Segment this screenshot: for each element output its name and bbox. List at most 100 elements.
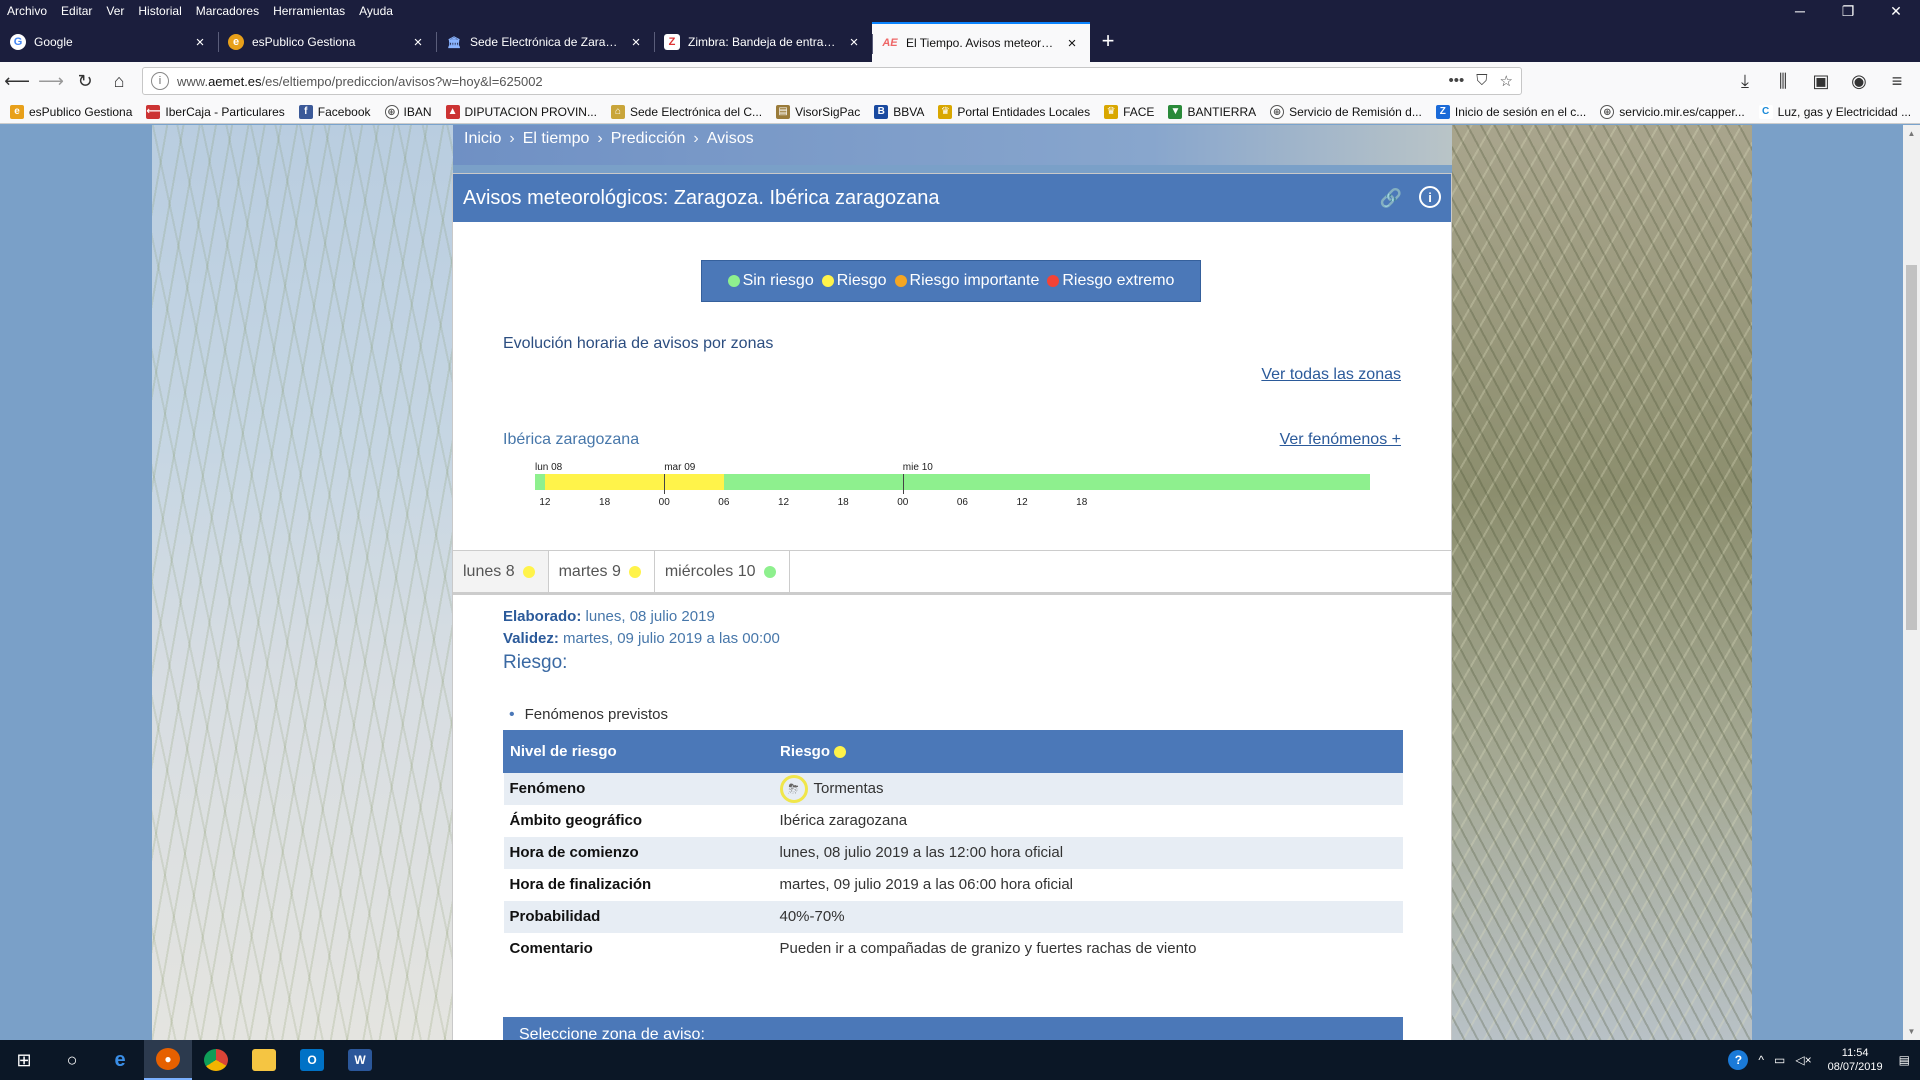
bookmark-label: Servicio de Remisión d... [1289,104,1422,119]
tab-lunes-8[interactable]: lunes 8 [453,551,549,592]
link-icon[interactable]: 🔗 [1379,186,1403,210]
menu-bar: Archivo Editar Ver Historial Marcadores … [0,0,1920,22]
storm-icon: ⛈ [779,774,808,803]
clock[interactable]: 11:54 08/07/2019 [1828,1046,1883,1074]
bookmark-face[interactable]: ♛ FACE [1104,104,1154,119]
menu-ver[interactable]: Ver [99,0,131,22]
phenomena-link[interactable]: Ver fenómenos + [1280,431,1401,449]
minimize-icon[interactable]: ─ [1776,0,1824,22]
scrollbar-thumb[interactable] [1906,265,1917,630]
restore-icon[interactable]: ❐ [1824,0,1872,22]
taskbar-explorer[interactable] [240,1040,288,1080]
info-icon[interactable]: i [1419,186,1441,208]
bookmark-label: VisorSigPac [795,104,861,119]
reload-icon[interactable]: ↻ [68,66,102,96]
page-scrollbar[interactable]: ▲ ▼ [1903,125,1920,1040]
bookmark-label: Luz, gas y Electricidad ... [1777,104,1912,119]
help-icon[interactable]: ? [1728,1050,1749,1070]
tab-miercoles-10[interactable]: miércoles 10 [655,551,790,592]
menu-historial[interactable]: Historial [131,0,188,22]
breadcrumb-el-tiempo[interactable]: El tiempo [523,130,590,148]
bookmark-servicio-remision[interactable]: ⊕ Servicio de Remisión d... [1270,104,1422,119]
tab-google[interactable]: G Google × [0,22,218,62]
scroll-up-icon[interactable]: ▲ [1903,125,1920,142]
site-info-icon[interactable]: i [151,72,169,90]
tab-sede-zaragoza[interactable]: 🏛 Sede Electrónica de Zaragoza × [436,22,654,62]
espublico-icon: e [10,104,24,119]
bookmark-star-icon[interactable]: ☆ [1500,72,1513,90]
hamburger-menu-icon[interactable]: ≡ [1880,66,1914,96]
timeline-hour-label: 18 [837,497,849,508]
bookmark-label: servicio.mir.es/capper... [1619,104,1745,119]
download-icon[interactable]: ⤓ [1728,66,1762,96]
all-zones-link[interactable]: Ver todas las zonas [1261,366,1401,384]
tab-martes-9[interactable]: martes 9 [549,551,655,592]
close-tab-icon[interactable]: × [628,34,644,51]
taskbar-outlook[interactable]: O [288,1040,336,1080]
close-tab-icon[interactable]: × [192,34,208,51]
pocket-icon[interactable]: ⛉ [1476,72,1487,90]
ibercaja-icon: ⟵ [146,104,161,119]
legend-label: Riesgo extremo [1062,272,1175,289]
library-icon[interactable]: ⫼ [1766,66,1800,96]
menu-ayuda[interactable]: Ayuda [352,0,400,22]
menu-herramientas[interactable]: Herramientas [266,0,352,22]
account-icon[interactable]: ◉ [1842,66,1876,96]
bookmark-sede-catastro[interactable]: ⌂ Sede Electrónica del C... [610,104,762,119]
bookmark-servicio-mir[interactable]: ⊕ servicio.mir.es/capper... [1600,104,1745,119]
bookmark-luz-gas[interactable]: C Luz, gas y Electricidad ... [1758,104,1912,119]
navigation-bar: ⟵ ⟶ ↻ ⌂ i www. aemet.es/es/eltiempo/predi… [0,62,1920,100]
page-actions-icon[interactable]: ••• [1449,72,1465,90]
back-icon[interactable]: ⟵ [0,66,34,96]
globe-icon: ⊕ [1270,104,1285,119]
breadcrumb-inicio[interactable]: Inicio [464,130,501,148]
home-icon[interactable]: ⌂ [102,66,136,96]
taskbar-chrome[interactable] [192,1040,240,1080]
timeline-hour-label: 18 [599,497,611,508]
close-window-icon[interactable]: ✕ [1872,0,1920,22]
bookmark-facebook[interactable]: f Facebook [298,104,371,119]
sidebar-icon[interactable]: ▣ [1804,66,1838,96]
bookmark-bbva[interactable]: B BBVA [874,104,924,119]
breadcrumb: Inicio › El tiempo › Predicción › Avisos [464,130,754,148]
tab-aemet[interactable]: AE El Tiempo. Avisos meteorológi × [872,22,1090,62]
taskbar-firefox[interactable]: ● [144,1040,192,1080]
zone-name: Ibérica zaragozana [503,431,640,448]
menu-editar[interactable]: Editar [54,0,99,22]
forward-icon[interactable]: ⟶ [34,66,68,96]
bookmark-visorsigpac[interactable]: ▤ VisorSigPac [776,104,861,119]
menu-marcadores[interactable]: Marcadores [189,0,266,22]
search-button[interactable]: ○ [48,1040,96,1080]
select-zone-header[interactable]: Seleccione zona de aviso: [503,1017,1403,1040]
close-tab-icon[interactable]: × [410,34,426,51]
close-tab-icon[interactable]: × [846,34,862,51]
menu-archivo[interactable]: Archivo [0,0,54,22]
tab-zimbra[interactable]: Z Zimbra: Bandeja de entrada (16 × [654,22,872,62]
volume-icon[interactable]: ◁× [1795,1053,1811,1067]
bookmark-portal-entidades[interactable]: ♛ Portal Entidades Locales [938,104,1090,119]
toolbar-right: ⤓ ⫼ ▣ ◉ ≡ [1728,66,1920,96]
bookmark-diputacion[interactable]: ▲ DIPUTACION PROVIN... [445,104,597,119]
url-bar[interactable]: i www. aemet.es/es/eltiempo/prediccion/av… [142,67,1522,95]
validez-line: Validez: martes, 09 julio 2019 a las 00:… [503,628,780,650]
bookmark-iban[interactable]: ⊕ IBAN [384,104,432,119]
start-button[interactable]: ⊞ [0,1040,48,1080]
tray-expand-icon[interactable]: ^ [1758,1053,1764,1067]
new-tab-button[interactable]: + [1090,22,1126,62]
breadcrumb-prediccion[interactable]: Predicción [611,130,686,148]
network-icon[interactable]: ▭ [1774,1053,1785,1067]
bookmark-inicio-sesion[interactable]: Z Inicio de sesión en el c... [1435,104,1587,119]
taskbar-word[interactable]: W [336,1040,384,1080]
notifications-icon[interactable]: ▤ [1899,1053,1910,1067]
bookmark-espublico[interactable]: e esPublico Gestiona [10,104,132,119]
tab-espublico[interactable]: e esPublico Gestiona × [218,22,436,62]
bookmark-bantierra[interactable]: ▼ BANTIERRA [1168,104,1256,119]
bookmark-ibercaja[interactable]: ⟵ IberCaja - Particulares [146,104,285,119]
scroll-down-icon[interactable]: ▼ [1903,1023,1920,1040]
bookmark-label: Inicio de sesión en el c... [1454,104,1587,119]
day-risk-dot [522,565,535,578]
taskbar-edge[interactable]: e [96,1040,144,1080]
legend-dot [821,275,834,287]
row-key: Hora de comienzo [503,836,774,869]
close-tab-icon[interactable]: × [1064,35,1080,52]
